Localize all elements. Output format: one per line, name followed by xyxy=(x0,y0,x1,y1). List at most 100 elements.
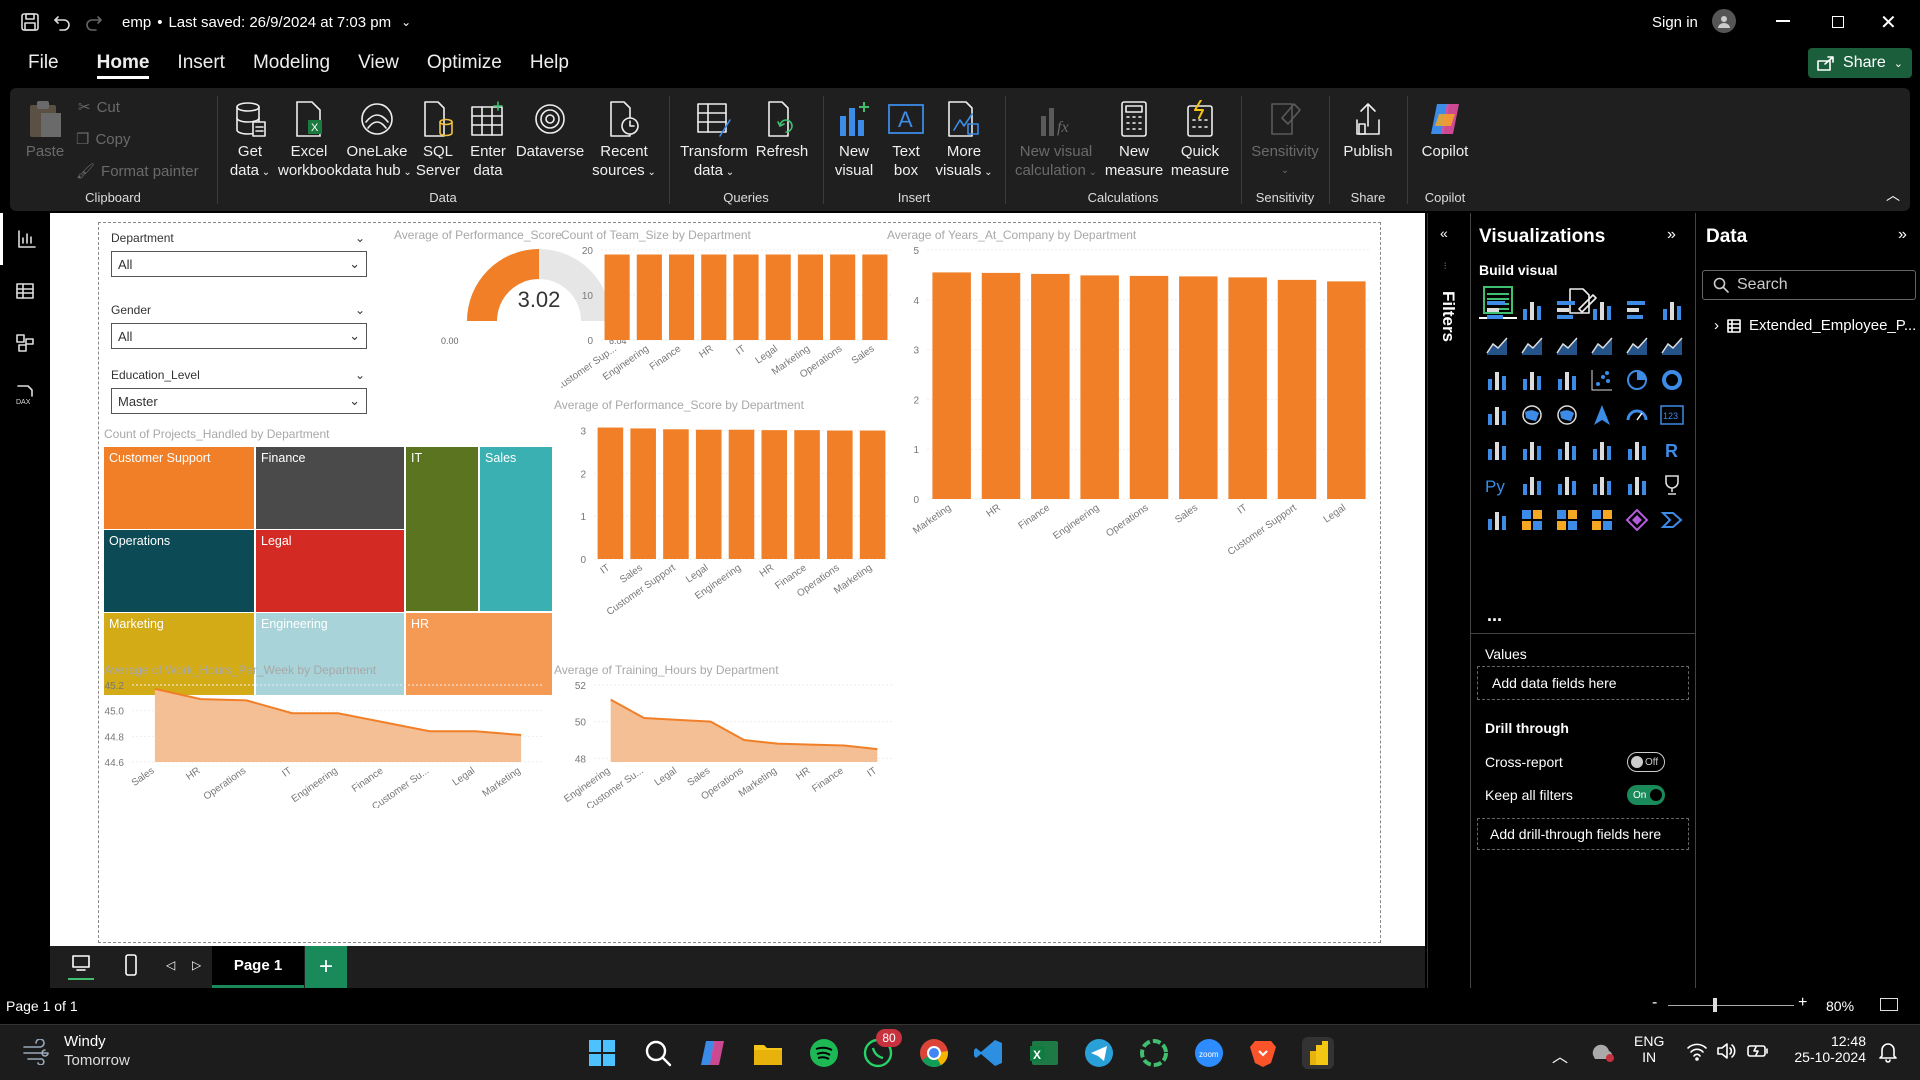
bar[interactable] xyxy=(827,430,853,559)
slicer-dropdown[interactable]: All ⌄ xyxy=(111,323,367,349)
chart-3[interactable]: Average of Work_Hours_Per_Week by Depart… xyxy=(104,663,549,808)
pie-icon[interactable] xyxy=(1625,368,1649,392)
paste-button[interactable]: Paste xyxy=(20,96,70,161)
zoom-out-icon[interactable]: - xyxy=(1652,994,1657,1012)
line-clustered-icon[interactable] xyxy=(1660,333,1684,357)
bar[interactable] xyxy=(859,430,886,559)
chevron-right-icon[interactable]: › xyxy=(1714,317,1719,334)
slicer-gender[interactable]: Gender ⌄ All ⌄ xyxy=(111,303,367,349)
next-page-icon[interactable]: ▷ xyxy=(192,958,201,972)
add-drill-through-well[interactable]: Add drill-through fields here xyxy=(1477,818,1689,850)
brave-icon[interactable] xyxy=(1247,1037,1279,1069)
narrative-icon[interactable] xyxy=(1625,473,1649,497)
filters-pane-collapsed[interactable]: « ⫶ Filters xyxy=(1427,213,1469,988)
vscode-icon[interactable] xyxy=(973,1037,1005,1069)
weather-icon[interactable] xyxy=(22,1038,52,1070)
treemap-tile[interactable]: IT xyxy=(406,447,478,611)
menu-help[interactable]: Help xyxy=(530,48,569,78)
slicer-education-level[interactable]: Education_Level ⌄ Master ⌄ xyxy=(111,368,367,414)
card-icon[interactable]: 123 xyxy=(1660,403,1684,427)
bar[interactable] xyxy=(981,272,1021,499)
chart-0[interactable]: Count of Team_Size by Department 0 10 20 Cus… xyxy=(561,228,896,388)
menu-optimize[interactable]: Optimize xyxy=(427,48,502,78)
python-visual-icon[interactable]: Py xyxy=(1485,473,1509,497)
table-icon[interactable] xyxy=(1590,438,1614,462)
menu-home[interactable]: Home xyxy=(96,48,150,79)
power-automate-icon[interactable] xyxy=(1555,508,1579,532)
donut-icon[interactable] xyxy=(1660,368,1684,392)
weather-title[interactable]: Windy xyxy=(64,1033,106,1050)
bar[interactable] xyxy=(668,254,695,341)
refresh-button[interactable]: Refresh xyxy=(754,96,810,161)
gauge-icon[interactable] xyxy=(1625,403,1649,427)
bar[interactable] xyxy=(932,272,971,499)
cross-report-toggle[interactable]: Off xyxy=(1627,752,1665,772)
keep-filters-toggle[interactable]: On xyxy=(1627,785,1665,805)
search-icon[interactable] xyxy=(642,1037,674,1069)
zoom-slider[interactable] xyxy=(1668,1005,1794,1006)
bar[interactable] xyxy=(1129,275,1169,499)
menu-view[interactable]: View xyxy=(358,48,399,78)
excel-taskbar-icon[interactable]: X xyxy=(1028,1037,1060,1069)
sensitivity-button[interactable]: Sensitivity ⌄ xyxy=(1248,96,1322,180)
bar[interactable] xyxy=(636,254,662,341)
clock[interactable]: 12:48 25-10-2024 xyxy=(1788,1033,1866,1065)
chart-4[interactable]: Average of Training_Hours by Department 4… xyxy=(554,663,899,808)
green-app-icon[interactable] xyxy=(1138,1037,1170,1069)
zoom-slider-thumb[interactable] xyxy=(1713,998,1717,1012)
r-visual-icon[interactable]: R xyxy=(1660,438,1684,462)
format-painter-button[interactable]: 🖌 Format painter xyxy=(76,162,199,181)
desktop-layout-icon[interactable] xyxy=(68,954,94,980)
line-chart-icon[interactable] xyxy=(1485,333,1509,357)
100-area-icon[interactable] xyxy=(1590,333,1614,357)
language-indicator[interactable]: ENG IN xyxy=(1634,1033,1664,1065)
bar[interactable] xyxy=(1031,273,1070,499)
wifi-icon[interactable] xyxy=(1686,1041,1708,1066)
filters-label[interactable]: Filters xyxy=(1438,291,1458,342)
bar[interactable] xyxy=(604,254,630,341)
chrome-icon[interactable] xyxy=(918,1037,950,1069)
expand-icon[interactable]: » xyxy=(1667,226,1676,244)
line-column-icon[interactable] xyxy=(1625,333,1649,357)
last-saved[interactable]: Last saved: 26/9/2024 at 7:03 pm xyxy=(168,14,391,31)
matrix-icon[interactable] xyxy=(1625,438,1649,462)
bar[interactable] xyxy=(1277,279,1317,499)
page-tab-1[interactable]: Page 1 xyxy=(212,946,304,988)
menu-file[interactable]: File xyxy=(28,48,59,78)
slicer-dropdown[interactable]: Master ⌄ xyxy=(111,388,367,414)
collapse-ribbon-icon[interactable]: ︿ xyxy=(1886,185,1900,205)
azure-map-icon[interactable] xyxy=(1590,403,1614,427)
treemap-icon[interactable] xyxy=(1485,403,1509,427)
expand-icon[interactable]: » xyxy=(1898,226,1907,244)
bar[interactable] xyxy=(733,254,759,341)
map-icon[interactable] xyxy=(1520,403,1544,427)
diamond-icon[interactable] xyxy=(1625,508,1649,532)
menu-modeling[interactable]: Modeling xyxy=(253,48,330,78)
collapse-icon[interactable]: « xyxy=(1440,225,1448,241)
goals-icon[interactable] xyxy=(1660,473,1684,497)
scatter-icon[interactable] xyxy=(1590,368,1614,392)
kpi-icon[interactable] xyxy=(1520,438,1544,462)
bar[interactable] xyxy=(862,254,888,341)
zoom-app-icon[interactable]: zoom xyxy=(1193,1037,1225,1069)
qna-icon[interactable] xyxy=(1590,473,1614,497)
prev-page-icon[interactable]: ◁ xyxy=(166,958,175,972)
stacked-bar-icon[interactable] xyxy=(1485,298,1509,322)
copilot-taskbar-icon[interactable] xyxy=(697,1037,729,1069)
chart-1[interactable]: Average of Years_At_Company by Departmen… xyxy=(887,228,1377,563)
model-view-icon[interactable] xyxy=(0,317,50,369)
mobile-layout-icon[interactable] xyxy=(124,954,138,981)
sign-in-link[interactable]: Sign in xyxy=(1652,14,1698,31)
bar[interactable] xyxy=(728,429,755,559)
file-explorer-icon[interactable] xyxy=(752,1037,784,1069)
data-table-item[interactable]: › Extended_Employee_P... xyxy=(1714,317,1916,334)
bar[interactable] xyxy=(797,254,824,341)
copilot-button[interactable]: Copilot xyxy=(1414,96,1476,161)
slicer-department[interactable]: Department ⌄ All ⌄ xyxy=(111,231,367,277)
bar[interactable] xyxy=(1080,275,1119,499)
excel-workbook-button[interactable]: X Excel workbook xyxy=(278,96,342,180)
tray-app-icon[interactable] xyxy=(1590,1039,1616,1070)
dax-query-icon[interactable]: DAX xyxy=(0,369,50,421)
onelake-button[interactable]: OneLake data hub ⌄ xyxy=(342,96,412,182)
publish-button[interactable]: Publish xyxy=(1336,96,1400,161)
